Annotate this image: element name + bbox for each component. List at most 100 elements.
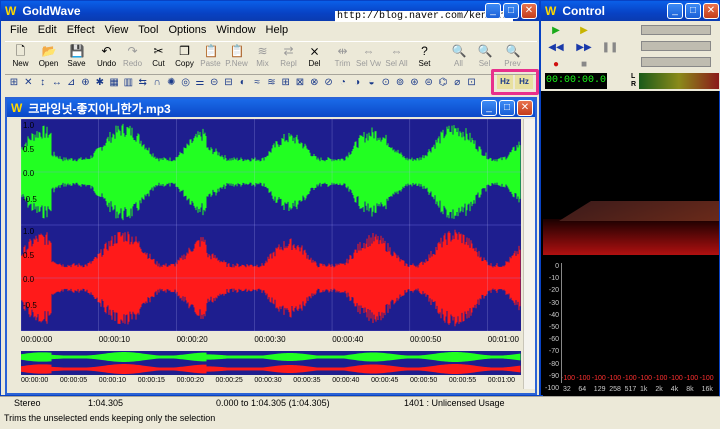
overview-ruler: 00:00:00 00:00:05 00:00:10 00:00:15 00:00:20… bbox=[21, 377, 521, 389]
fast-forward-icon[interactable]: ▶▶ bbox=[575, 41, 593, 55]
menu-edit[interactable]: Edit bbox=[33, 24, 62, 36]
effect-tool-icon[interactable]: ◒ bbox=[365, 75, 379, 91]
toolbar-sel-vw-button[interactable]: ⇔ Sel Vw bbox=[355, 42, 382, 76]
toolbar-button-label: Prev bbox=[504, 59, 521, 68]
effect-tool-icon[interactable]: ⊛ bbox=[407, 75, 421, 91]
control-minimize-button[interactable]: _ bbox=[667, 3, 683, 19]
minimize-button[interactable]: _ bbox=[485, 3, 501, 19]
effect-tool-icon[interactable]: ✱ bbox=[93, 75, 107, 91]
db-tick-label: -10 bbox=[548, 275, 559, 283]
effect-tool-icon[interactable]: ✺ bbox=[164, 75, 178, 91]
menu-window[interactable]: Window bbox=[211, 24, 260, 36]
effect-tool-icon[interactable]: ⊜ bbox=[422, 75, 436, 91]
effect-tool-icon[interactable]: ▦ bbox=[107, 75, 121, 91]
toolbar-p-new-button[interactable]: 📋 P.New bbox=[223, 42, 250, 76]
overview-tick-label: 00:00:05 bbox=[59, 377, 88, 384]
effect-tool-icon[interactable]: ⊠ bbox=[293, 75, 307, 91]
doc-close-button[interactable]: ✕ bbox=[517, 100, 533, 116]
toolbar-paste-button[interactable]: 📋 Paste bbox=[197, 42, 224, 76]
waveform-canvas[interactable]: 1.0 0.5 0.0 -0.5 1.0 0.5 0.0 -0.5 bbox=[20, 118, 521, 332]
toolbar-trim-button[interactable]: ⇹ Trim bbox=[329, 42, 356, 76]
y-tick-label: 0.0 bbox=[23, 169, 35, 178]
document-window: W 크라잉넛-좋지아니한가.mp3 _ □ ✕ 1.0 0.5 0.0 -0.5 1.0… bbox=[5, 97, 537, 395]
menu-help[interactable]: Help bbox=[261, 24, 294, 36]
menu-file[interactable]: File bbox=[5, 24, 33, 36]
effect-tool-icon[interactable]: ⊞ bbox=[279, 75, 293, 91]
effect-tool-icon[interactable]: ∩ bbox=[150, 75, 164, 91]
toolbar-redo-button[interactable]: ↷ Redo bbox=[119, 42, 146, 76]
effect-tool-icon[interactable]: ⊗ bbox=[307, 75, 321, 91]
toolbar-copy-button[interactable]: ❐ Copy bbox=[171, 42, 198, 76]
effect-tool-icon[interactable]: ✕ bbox=[21, 75, 35, 91]
effect-tool-icon[interactable]: ⚌ bbox=[193, 75, 207, 91]
play-icon[interactable]: ▶ bbox=[547, 24, 565, 38]
effect-tool-icon[interactable]: ◎ bbox=[179, 75, 193, 91]
menu-view[interactable]: View bbox=[100, 24, 134, 36]
toolbar-del-button[interactable]: ⨯ Del bbox=[301, 42, 328, 76]
effect-tool-icon[interactable]: ⌀ bbox=[450, 75, 464, 91]
time-tick-label: 00:00:50 bbox=[410, 335, 442, 344]
toolbar-set-button[interactable]: ? Set bbox=[411, 42, 438, 76]
overview-tick-label: 00:00:10 bbox=[98, 377, 127, 384]
toolbar-new-button[interactable]: 🗋 New bbox=[7, 42, 34, 76]
menu-effect[interactable]: Effect bbox=[62, 24, 100, 36]
effect-tool-icon[interactable]: ⌬ bbox=[436, 75, 450, 91]
effect-tool-icon[interactable]: ◐ bbox=[236, 75, 250, 91]
menu-options[interactable]: Options bbox=[163, 24, 211, 36]
status-bar: Stereo 1:04.305 0.000 to 1:04.305 (1:04.… bbox=[0, 396, 720, 429]
record-icon[interactable]: ● bbox=[547, 58, 565, 72]
waveform-display[interactable]: 1.0 0.5 0.0 -0.5 1.0 0.5 0.0 -0.5 bbox=[20, 118, 521, 332]
effect-tool-icon[interactable]: ◔ bbox=[336, 75, 350, 91]
time-display: 00:00:00.0 bbox=[545, 73, 607, 89]
y-axis-left bbox=[7, 119, 21, 331]
overview-display[interactable] bbox=[20, 351, 521, 375]
effect-tool-icon[interactable]: ⊞ bbox=[7, 75, 21, 91]
effect-tool-icon[interactable]: ⊕ bbox=[79, 75, 93, 91]
overview-tick-label: 00:00:55 bbox=[448, 377, 477, 384]
control-close-button[interactable]: ✕ bbox=[703, 3, 719, 19]
toolbar-sel-all-button[interactable]: ⇔ Sel All bbox=[383, 42, 410, 76]
speed-slider[interactable] bbox=[641, 57, 711, 67]
toolbar-cut-button[interactable]: ✂ Cut bbox=[145, 42, 172, 76]
doc-maximize-button[interactable]: □ bbox=[499, 100, 515, 116]
effect-tool-icon[interactable]: ⊚ bbox=[393, 75, 407, 91]
pause-icon[interactable]: ❚❚ bbox=[601, 41, 619, 55]
control-maximize-button[interactable]: □ bbox=[685, 3, 701, 19]
effect-tool-icon[interactable]: ⊘ bbox=[322, 75, 336, 91]
toolbar-repl-button[interactable]: ⇄ Repl bbox=[275, 42, 302, 76]
toolbar-all-button[interactable]: 🔍 All bbox=[445, 42, 472, 76]
doc-minimize-button[interactable]: _ bbox=[481, 100, 497, 116]
play-selection-icon[interactable]: ▶ bbox=[575, 24, 593, 38]
effect-tool-icon[interactable]: ⊟ bbox=[222, 75, 236, 91]
menu-tool[interactable]: Tool bbox=[133, 24, 163, 36]
maximize-button[interactable]: □ bbox=[503, 3, 519, 19]
document-title-bar[interactable]: W 크라잉넛-좋지아니한가.mp3 bbox=[7, 99, 535, 117]
balance-slider[interactable] bbox=[641, 41, 711, 51]
effect-tool-icon[interactable]: ↕ bbox=[36, 75, 50, 91]
main-toolbar: 🗋 New 📂 Open 💾 Save ↶ Undo ↷ Redo ✂ Cut ❐ Copy 📋 Paste 📋… bbox=[5, 41, 537, 75]
effect-tool-icon[interactable]: ⊿ bbox=[64, 75, 78, 91]
volume-slider[interactable] bbox=[641, 25, 711, 35]
effect-tool-icon[interactable]: ▥ bbox=[121, 75, 135, 91]
close-button[interactable]: ✕ bbox=[521, 3, 537, 19]
effect-tool-icon[interactable]: ≋ bbox=[264, 75, 278, 91]
time-ruler[interactable]: 00:00:00 00:00:10 00:00:20 00:00:30 00:00:40… bbox=[21, 333, 521, 347]
toolbar-open-button[interactable]: 📂 Open bbox=[35, 42, 62, 76]
toolbar-mix-button[interactable]: ≋ Mix bbox=[249, 42, 276, 76]
effect-tool-icon[interactable]: ≈ bbox=[250, 75, 264, 91]
hz-button-1[interactable]: Hz bbox=[497, 75, 513, 89]
effect-tool-icon[interactable]: ⇆ bbox=[136, 75, 150, 91]
effect-tool-icon[interactable]: ◑ bbox=[350, 75, 364, 91]
rewind-icon[interactable]: ◀◀ bbox=[547, 41, 565, 55]
hz-button-2[interactable]: Hz bbox=[515, 75, 533, 89]
vertical-scrollbar[interactable] bbox=[523, 119, 535, 389]
toolbar-undo-button[interactable]: ↶ Undo bbox=[93, 42, 120, 76]
effect-tool-icon[interactable]: ⊙ bbox=[379, 75, 393, 91]
effect-tool-icon[interactable]: ⊝ bbox=[207, 75, 221, 91]
stop-icon[interactable]: ■ bbox=[575, 58, 593, 72]
toolbar-save-button[interactable]: 💾 Save bbox=[63, 42, 90, 76]
effect-tool-icon[interactable]: ↔ bbox=[50, 75, 64, 91]
effect-tool-icon[interactable]: ⊡ bbox=[465, 75, 479, 91]
freq-tick-label: 517 bbox=[624, 386, 637, 393]
control-window: W Control _ □ ✕ ▶ ▶ ◀◀ ▶▶ ❚❚ ● ■ 00:00:0… bbox=[540, 0, 720, 397]
